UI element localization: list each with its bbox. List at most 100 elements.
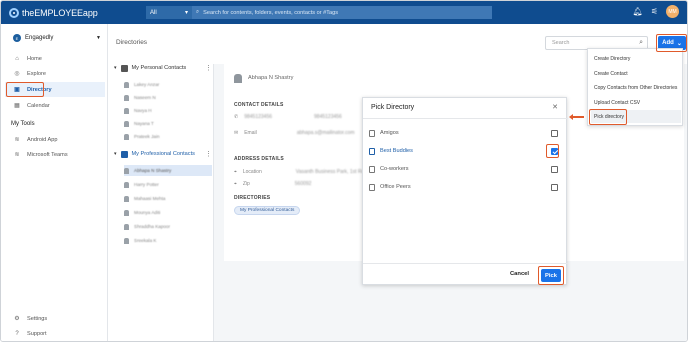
highlight-add-button	[656, 34, 687, 52]
highlight-directory	[6, 82, 44, 97]
caret-down-icon: ▾	[114, 151, 117, 157]
contact-item[interactable]: Prateek Jain	[124, 131, 212, 142]
location-pin-icon: ⌖	[234, 169, 237, 175]
notification-bell-icon[interactable]: 🔔︎	[633, 7, 643, 16]
contact-item[interactable]: Harry Potter	[124, 179, 212, 190]
sidebar-item-label: Calendar	[27, 102, 50, 109]
contact-item[interactable]: Mahaasi Mehta	[124, 193, 212, 204]
contact-book-icon	[120, 64, 128, 72]
highlight-checkbox	[546, 144, 559, 158]
caret-down-icon: ▾	[114, 65, 117, 71]
search-scope-label: All	[150, 9, 157, 16]
sidebar-item-label: Settings	[27, 315, 48, 322]
sidebar-item-label: Explore	[27, 70, 46, 77]
home-icon: ⌂	[15, 55, 19, 62]
menu-item-create-contact[interactable]: Create Contact	[594, 71, 628, 77]
sliders-icon[interactable]: ⚟	[651, 7, 658, 16]
modal-divider	[363, 118, 568, 119]
org-name: Engagedly	[25, 35, 54, 41]
contact-item[interactable]: Sreekala K	[124, 235, 212, 246]
logo-icon	[9, 7, 19, 18]
directory-option-best-buddies[interactable]: Best Buddies	[369, 145, 559, 157]
sidebar-item-home[interactable]: ⌂ Home	[5, 51, 105, 66]
org-switcher[interactable]: E Engagedly ▼	[13, 34, 101, 42]
directories-heading: DIRECTORIES	[234, 195, 271, 201]
chevron-down-icon: ▾	[184, 10, 188, 16]
search-icon: ⌕	[639, 39, 643, 46]
directory-search-placeholder: Search	[552, 40, 570, 46]
menu-item-create-directory[interactable]: Create Directory	[594, 56, 630, 62]
directory-option-label: Best Buddies	[380, 148, 413, 154]
contact-name: Lakey Anzar	[134, 82, 160, 87]
phone-value: 9845123456	[244, 114, 273, 120]
menu-item-upload-csv[interactable]: Upload Contact CSV	[594, 100, 640, 106]
sidebar-item-calendar[interactable]: ▦ Calendar	[5, 98, 105, 113]
app-logo[interactable]: theEMPLOYEEapp	[9, 6, 98, 19]
contact-name: Shraddha Kapoor	[134, 224, 171, 229]
logo-text: theEMPLOYEEapp	[22, 7, 98, 18]
contact-item[interactable]: Mounya Aditi	[124, 207, 212, 218]
directory-icon	[369, 147, 375, 155]
tool-microsoft-teams[interactable]: ≋ Microsoft Teams	[5, 147, 105, 162]
sidebar-item-label: Home	[27, 55, 42, 62]
tool-android-app[interactable]: ≋ Android App	[5, 132, 105, 147]
directory-option-label: Amigos	[380, 130, 399, 136]
group-title: My Professional Contacts	[131, 151, 195, 157]
group-professional-contacts[interactable]: ▾ My Professional Contacts ⋮	[114, 150, 212, 158]
directory-chip[interactable]: My Professional Contacts	[234, 206, 301, 215]
mail-icon: ✉	[234, 130, 239, 136]
contact-item[interactable]: Shraddha Kapoor	[124, 221, 212, 232]
phone-value-secondary: 9845123456	[314, 114, 342, 120]
global-search-placeholder: Search for contents, folders, events, co…	[203, 9, 339, 16]
email-label: Email	[244, 130, 257, 136]
checkbox-amigos[interactable]	[551, 130, 558, 137]
sidebar-item-label: Support	[27, 330, 47, 337]
directory-option-co-workers[interactable]: Co-workers	[369, 163, 559, 175]
compass-icon: ◎	[14, 71, 20, 77]
person-icon	[124, 195, 129, 202]
address-details-heading: ADDRESS DETAILS	[234, 156, 284, 162]
user-avatar[interactable]: MM	[666, 5, 679, 18]
close-icon[interactable]: ✕	[552, 103, 558, 111]
group-title: My Personal Contacts	[131, 65, 187, 71]
directory-icon	[369, 183, 375, 191]
tools-heading: My Tools	[11, 121, 35, 127]
directory-option-office-peers[interactable]: Office Peers	[369, 181, 559, 193]
contact-item-selected[interactable]: Abhapa N Shastry	[124, 165, 212, 176]
group-personal-contacts[interactable]: ▾ My Personal Contacts ⋮	[114, 64, 212, 72]
callout-arrow	[569, 114, 584, 119]
sidebar-item-settings[interactable]: ⚙ Settings	[5, 311, 105, 326]
directory-list: ▾ My Personal Contacts ⋮ Lakey Anzar Nas…	[108, 64, 214, 341]
sidebar-item-support[interactable]: ? Support	[5, 326, 105, 341]
contact-name: Sreekala K	[134, 238, 157, 243]
contact-name: Harry Potter	[134, 182, 159, 187]
directory-option-label: Co-workers	[380, 166, 409, 172]
location-pin-icon: ⌖	[234, 181, 237, 187]
contact-name: Prateek Jain	[134, 134, 160, 139]
person-icon	[124, 94, 129, 101]
contact-item[interactable]: Lakey Anzar	[124, 79, 212, 90]
more-vertical-icon[interactable]: ⋮	[205, 64, 212, 72]
calendar-icon: ▦	[14, 103, 20, 109]
email-row: ✉ Email abhapa.s@mailinator.com	[234, 130, 355, 136]
caret-down-icon: ▼	[96, 35, 101, 41]
contact-item[interactable]: Naseem N	[124, 92, 212, 103]
contact-name: Mounya Aditi	[134, 210, 161, 215]
phone-icon: ✆	[234, 114, 239, 120]
contact-item[interactable]: Nayana T	[124, 118, 212, 129]
sidebar-item-explore[interactable]: ◎ Explore	[5, 66, 105, 81]
global-search-input[interactable]: ⌕ Search for contents, folders, events, …	[192, 6, 492, 19]
person-icon	[124, 120, 129, 127]
checkbox-office-peers[interactable]	[551, 184, 558, 191]
search-scope-select[interactable]: All ▾	[146, 6, 192, 19]
menu-item-copy-contacts[interactable]: Copy Contacts from Other Directories	[594, 85, 677, 91]
directory-option-amigos[interactable]: Amigos	[369, 127, 559, 139]
person-icon	[124, 81, 129, 88]
search-icon: ⌕	[196, 9, 200, 15]
layers-icon: ≋	[14, 152, 20, 158]
cancel-button[interactable]: Cancel	[510, 271, 529, 277]
more-vertical-icon[interactable]: ⋮	[205, 150, 212, 158]
contact-item[interactable]: Navya H	[124, 105, 212, 116]
person-icon	[124, 181, 129, 188]
checkbox-co-workers[interactable]	[551, 166, 558, 173]
